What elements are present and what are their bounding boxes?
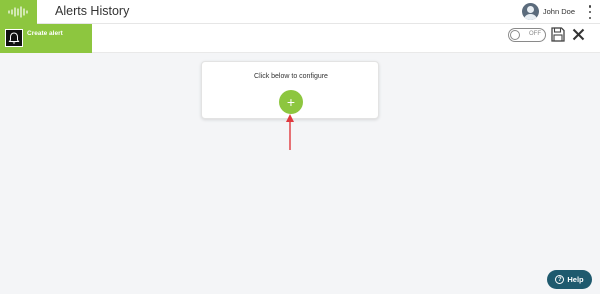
- configure-card: Click below to configure +: [201, 61, 379, 119]
- create-alert-label: Create alert: [27, 30, 63, 37]
- configure-prompt: Click below to configure: [254, 73, 328, 80]
- user-name: John Doe: [542, 7, 575, 16]
- help-button[interactable]: ? Help: [547, 270, 592, 289]
- page-title: Alerts History: [55, 4, 130, 18]
- waveform-logo-icon: [7, 6, 28, 18]
- toggle-knob: [510, 30, 520, 40]
- save-icon[interactable]: [551, 27, 565, 42]
- app-logo[interactable]: [0, 0, 37, 24]
- avatar: [521, 3, 539, 20]
- red-arrow-annotation: [286, 114, 294, 150]
- alert-toggle[interactable]: OFF: [508, 28, 546, 42]
- kebab-menu-icon[interactable]: [588, 5, 592, 19]
- close-icon[interactable]: [572, 28, 585, 41]
- toggle-label: OFF: [529, 31, 541, 37]
- alert-bell-icon: [5, 29, 23, 47]
- plus-icon: +: [286, 94, 296, 110]
- question-circle-icon: ?: [555, 275, 565, 284]
- add-configuration-button[interactable]: +: [279, 90, 303, 114]
- top-bar: Alerts History John Doe: [0, 0, 600, 24]
- toolbar: Create alert OFF: [0, 24, 600, 53]
- user-menu[interactable]: John Doe: [521, 3, 575, 20]
- create-alert-button[interactable]: Create alert: [0, 24, 92, 53]
- help-label: Help: [567, 275, 584, 284]
